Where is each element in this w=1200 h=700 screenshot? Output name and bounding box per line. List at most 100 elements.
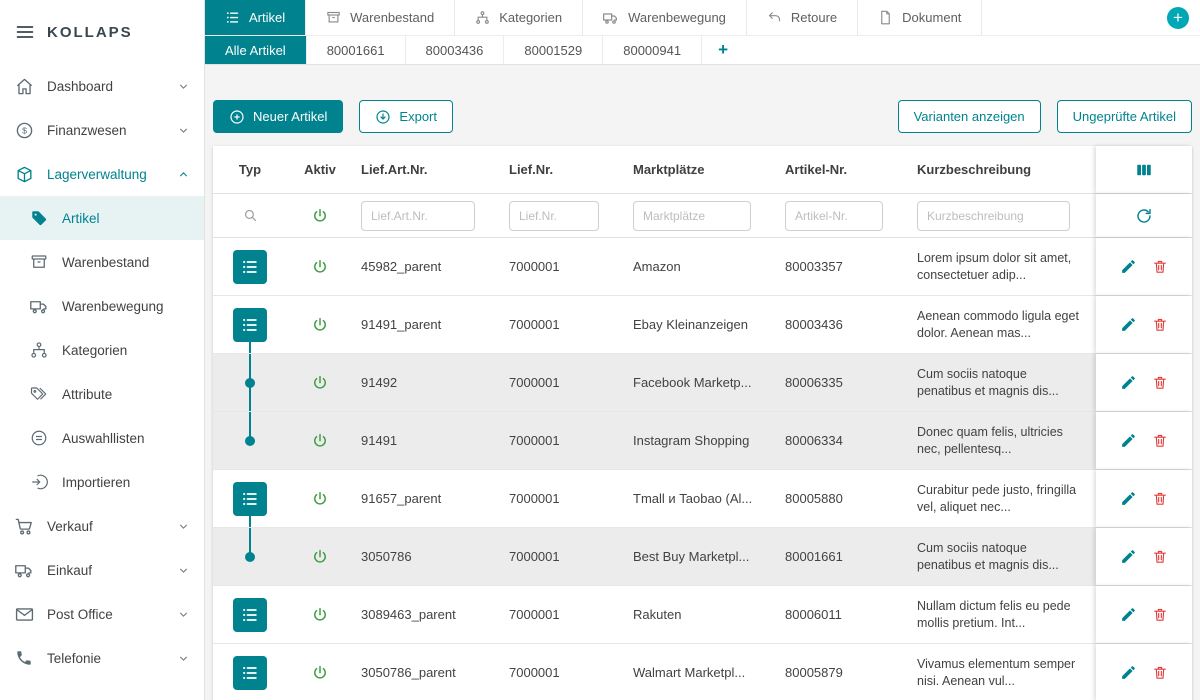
sidebar-item-kategorien[interactable]: Kategorien <box>0 328 204 372</box>
refresh-icon[interactable] <box>1135 207 1153 225</box>
column-settings-icon[interactable] <box>1135 161 1153 179</box>
article-tab[interactable]: 80001529 <box>504 36 603 64</box>
tab-retoure[interactable]: Retoure <box>747 0 858 35</box>
filter-kurzbeschreibung-input[interactable] <box>917 201 1070 231</box>
column-header-aktiv[interactable]: Aktiv <box>287 162 353 177</box>
export-button[interactable]: Export <box>359 100 453 133</box>
parent-type-icon[interactable] <box>233 656 267 690</box>
sidebar-item-auswahllisten[interactable]: Auswahllisten <box>0 416 204 460</box>
active-toggle-icon[interactable] <box>311 316 329 334</box>
table-row[interactable]: 3089463_parent 7000001 Rakuten 80006011 … <box>213 586 1192 644</box>
sidebar-item-label: Kategorien <box>62 343 190 358</box>
lief-nr-value: 7000001 <box>501 549 625 564</box>
chevron-up-icon <box>177 168 190 181</box>
table-row[interactable]: 45982_parent 7000001 Amazon 80003357 Lor… <box>213 238 1192 296</box>
chevron-down-icon <box>177 80 190 93</box>
tab-artikel[interactable]: Artikel <box>205 0 306 35</box>
mail-icon <box>14 604 34 624</box>
tab-warenbewegung[interactable]: Warenbewegung <box>583 0 747 35</box>
sidebar-item-finanzwesen[interactable]: $ Finanzwesen <box>0 108 204 152</box>
filter-marktplaetze-input[interactable] <box>633 201 751 231</box>
hamburger-menu-icon[interactable] <box>15 22 35 42</box>
new-article-button[interactable]: Neuer Artikel <box>213 100 343 133</box>
sidebar-item-verkauf[interactable]: Verkauf <box>0 504 204 548</box>
article-tab[interactable]: 80001661 <box>307 36 406 64</box>
parent-type-icon[interactable] <box>233 482 267 516</box>
active-toggle-icon[interactable] <box>311 432 329 450</box>
sidebar: KOLLAPS Dashboard $ Finanzwesen Lagerver… <box>0 0 205 700</box>
add-tab-button[interactable]: + <box>1167 7 1189 29</box>
table-row[interactable]: 3050786_parent 7000001 Walmart Marketpl.… <box>213 644 1192 700</box>
table-row[interactable]: 91491_parent 7000001 Ebay Kleinanzeigen … <box>213 296 1192 354</box>
parent-type-icon[interactable] <box>233 308 267 342</box>
delete-icon[interactable] <box>1152 548 1168 565</box>
column-header-typ[interactable]: Typ <box>213 162 287 177</box>
sidebar-item-post-office[interactable]: Post Office <box>0 592 204 636</box>
column-header-lief-art-nr[interactable]: Lief.Art.Nr. <box>353 162 501 177</box>
tab-dokument[interactable]: Dokument <box>858 0 982 35</box>
edit-icon[interactable] <box>1120 432 1137 449</box>
sidebar-item-lagerverwaltung[interactable]: Lagerverwaltung <box>0 152 204 196</box>
table-row[interactable]: 3050786 7000001 Best Buy Marketpl... 800… <box>213 528 1192 586</box>
sidebar-item-attribute[interactable]: Attribute <box>0 372 204 416</box>
delete-icon[interactable] <box>1152 490 1168 507</box>
parent-type-icon[interactable] <box>233 250 267 284</box>
active-toggle-icon[interactable] <box>311 606 329 624</box>
filter-artikel-nr-input[interactable] <box>785 201 883 231</box>
app-root: KOLLAPS Dashboard $ Finanzwesen Lagerver… <box>0 0 1200 700</box>
sidebar-item-warenbewegung[interactable]: Warenbewegung <box>0 284 204 328</box>
sidebar-item-warenbestand[interactable]: Warenbestand <box>0 240 204 284</box>
sidebar-item-label: Artikel <box>62 211 190 226</box>
table-row[interactable]: 91491 7000001 Instagram Shopping 8000633… <box>213 412 1192 470</box>
sidebar-item-label: Verkauf <box>47 519 177 534</box>
delete-icon[interactable] <box>1152 374 1168 391</box>
sidebar-item-telefonie[interactable]: Telefonie <box>0 636 204 680</box>
delete-icon[interactable] <box>1152 664 1168 681</box>
active-toggle-icon[interactable] <box>311 490 329 508</box>
tree-node-dot <box>245 552 255 562</box>
article-tab[interactable]: 80000941 <box>603 36 702 64</box>
type-cell <box>213 528 287 585</box>
edit-icon[interactable] <box>1120 490 1137 507</box>
filter-lief-art-nr-input[interactable] <box>361 201 475 231</box>
edit-icon[interactable] <box>1120 258 1137 275</box>
active-filter-toggle-icon[interactable] <box>311 207 329 225</box>
table-row[interactable]: 91492 7000001 Facebook Marketp... 800063… <box>213 354 1192 412</box>
delete-icon[interactable] <box>1152 258 1168 275</box>
artikel-nr-value: 80006011 <box>777 607 909 622</box>
tab-label: Dokument <box>902 10 961 25</box>
edit-icon[interactable] <box>1120 548 1137 565</box>
plus-icon: + <box>1173 9 1183 26</box>
delete-icon[interactable] <box>1152 316 1168 333</box>
add-article-tab-button[interactable]: + <box>702 36 744 64</box>
edit-icon[interactable] <box>1120 374 1137 391</box>
filter-lief-nr-input[interactable] <box>509 201 599 231</box>
active-toggle-icon[interactable] <box>311 258 329 276</box>
delete-icon[interactable] <box>1152 432 1168 449</box>
column-header-lief-nr[interactable]: Lief.Nr. <box>501 162 625 177</box>
sidebar-item-artikel[interactable]: Artikel <box>0 196 204 240</box>
active-toggle-icon[interactable] <box>311 374 329 392</box>
delete-icon[interactable] <box>1152 606 1168 623</box>
show-variants-button[interactable]: Varianten anzeigen <box>898 100 1041 133</box>
table-row[interactable]: 91657_parent 7000001 Tmall и Taobao (Al.… <box>213 470 1192 528</box>
active-toggle-icon[interactable] <box>311 548 329 566</box>
marktplatz-value: Best Buy Marketpl... <box>625 549 777 564</box>
article-tab-alle[interactable]: Alle Artikel <box>205 36 307 64</box>
parent-type-icon[interactable] <box>233 598 267 632</box>
column-header-kurzbeschreibung[interactable]: Kurzbeschreibung <box>909 162 1096 177</box>
edit-icon[interactable] <box>1120 606 1137 623</box>
article-tab[interactable]: 80003436 <box>406 36 505 64</box>
column-header-artikel-nr[interactable]: Artikel-Nr. <box>777 162 909 177</box>
unchecked-articles-button[interactable]: Ungeprüfte Artikel <box>1057 100 1192 133</box>
edit-icon[interactable] <box>1120 316 1137 333</box>
sidebar-item-einkauf[interactable]: Einkauf <box>0 548 204 592</box>
tab-warenbestand[interactable]: Warenbestand <box>306 0 455 35</box>
sidebar-item-importieren[interactable]: Importieren <box>0 460 204 504</box>
active-toggle-icon[interactable] <box>311 664 329 682</box>
tab-kategorien[interactable]: Kategorien <box>455 0 583 35</box>
button-label: Ungeprüfte Artikel <box>1073 109 1176 124</box>
edit-icon[interactable] <box>1120 664 1137 681</box>
sidebar-item-dashboard[interactable]: Dashboard <box>0 64 204 108</box>
column-header-marktplaetze[interactable]: Marktplätze <box>625 162 777 177</box>
